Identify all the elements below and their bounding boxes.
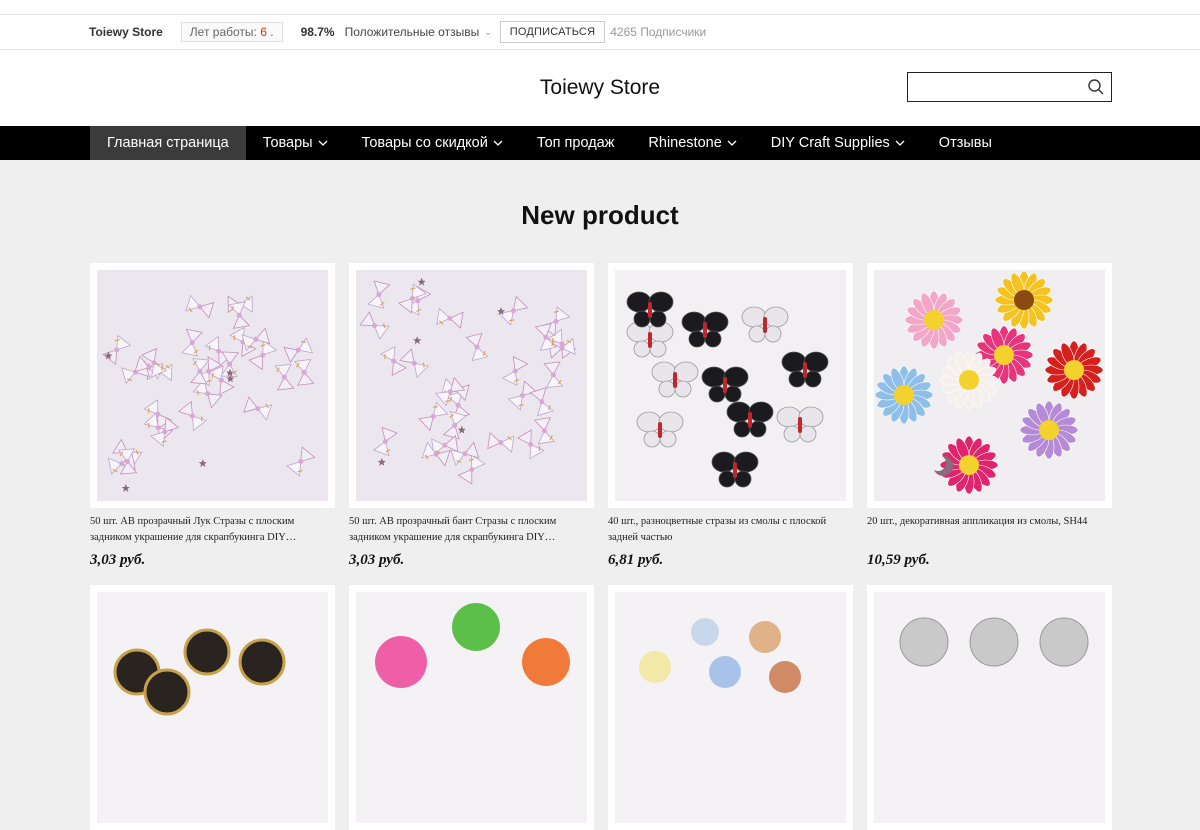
product-photo	[356, 592, 587, 823]
positive-reviews-label: Положительные отзывы	[344, 25, 480, 39]
product-image[interactable]	[608, 585, 853, 830]
product-image[interactable]	[90, 263, 335, 508]
top-strip	[0, 0, 1200, 15]
product-price: 3,03 руб.	[349, 552, 405, 568]
product-card[interactable]	[867, 585, 1112, 830]
product-price: 6,81 руб.	[608, 552, 664, 568]
product-image[interactable]	[90, 585, 335, 830]
product-price: 3,03 руб.	[90, 552, 146, 568]
years-value: 6 .	[260, 25, 274, 39]
nav-item-label: Главная страница	[107, 135, 229, 151]
nav-item-label: Товары	[262, 135, 313, 151]
nav-item-label: Топ продаж	[536, 135, 615, 151]
product-photo	[97, 270, 328, 501]
product-photo	[874, 270, 1105, 501]
chevron-down-icon	[318, 140, 328, 146]
nav-item-6[interactable]: Отзывы	[922, 126, 1009, 160]
nav-item-label: DIY Craft Supplies	[770, 135, 890, 151]
product-card[interactable]: 50 шт. AB прозрачный бант Стразы с плоск…	[349, 263, 594, 569]
store-header: Toiewy Store	[0, 50, 1200, 126]
product-title[interactable]: 40 шт., разноцветные стразы из смолы с п…	[608, 514, 853, 546]
search-input[interactable]	[907, 72, 1112, 102]
product-image[interactable]	[867, 263, 1112, 508]
nav-item-3[interactable]: Топ продаж	[520, 126, 632, 160]
product-image[interactable]	[867, 585, 1112, 830]
product-photo	[615, 270, 846, 501]
chevron-down-icon: ⌄	[484, 26, 492, 37]
nav-item-5[interactable]: DIY Craft Supplies	[754, 126, 922, 160]
nav-item-2[interactable]: Товары со скидкой	[345, 126, 520, 160]
chevron-down-icon	[727, 140, 737, 146]
product-card[interactable]	[608, 585, 853, 830]
product-photo	[97, 592, 328, 823]
subscriber-count: 4265 Подписчики	[610, 25, 707, 39]
chevron-down-icon	[895, 140, 905, 146]
product-card[interactable]: 50 шт. AB прозрачный Лук Стразы с плоски…	[90, 263, 335, 569]
nav-item-0[interactable]: Главная страница	[90, 126, 246, 160]
product-photo	[356, 270, 587, 501]
product-title[interactable]: 20 шт., декоративная аппликация из смолы…	[867, 514, 1112, 546]
chevron-down-icon	[493, 140, 503, 146]
product-image[interactable]	[349, 585, 594, 830]
main-nav: Главная страница Товары Товары со скидкой Т…	[0, 126, 1200, 160]
nav-item-4[interactable]: Rhinestone	[631, 126, 753, 160]
section-title: New product	[521, 200, 679, 230]
positive-reviews-dropdown[interactable]: Положительные отзывы ⌄	[345, 25, 492, 39]
nav-item-1[interactable]: Товары	[246, 126, 345, 160]
nav-item-label: Rhinestone	[648, 135, 722, 151]
product-card[interactable]: 20 шт., декоративная аппликация из смолы…	[867, 263, 1112, 569]
product-card[interactable]: 40 шт., разноцветные стразы из смолы с п…	[608, 263, 853, 569]
product-title[interactable]: 50 шт. AB прозрачный бант Стразы с плоск…	[349, 514, 594, 546]
subscribe-button[interactable]: ПОДПИСАТЬСЯ	[499, 21, 606, 43]
years-badge: Лет работы: 6 .	[180, 22, 283, 42]
product-photo	[615, 592, 846, 823]
product-title[interactable]: 50 шт. AB прозрачный Лук Стразы с плоски…	[90, 514, 335, 546]
positive-percent: 98.7%	[300, 25, 335, 39]
product-photo	[874, 592, 1105, 823]
product-image[interactable]	[608, 263, 853, 508]
nav-item-label: Товары со скидкой	[361, 135, 488, 151]
search-icon[interactable]	[1087, 78, 1105, 96]
product-card[interactable]	[349, 585, 594, 830]
nav-item-label: Отзывы	[938, 135, 992, 151]
product-image[interactable]	[349, 263, 594, 508]
years-label: Лет работы:	[189, 25, 257, 39]
product-price: 10,59 руб.	[867, 552, 930, 568]
store-info-bar: Toiewy Store Лет работы: 6 . 98.7% Полож…	[0, 15, 1200, 50]
product-card[interactable]	[90, 585, 335, 830]
store-name-link[interactable]: Toiewy Store	[89, 25, 163, 39]
